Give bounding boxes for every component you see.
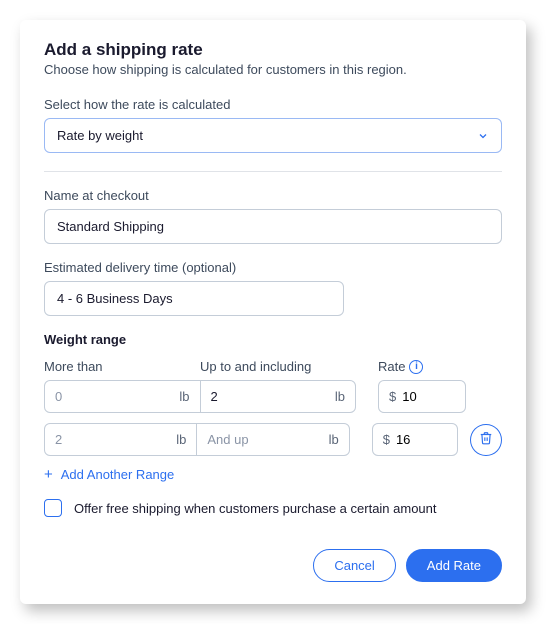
weight-range-pair: lb lb	[44, 380, 356, 413]
col-up-to: Up to and including	[200, 359, 356, 374]
modal-actions: Cancel Add Rate	[44, 549, 502, 582]
rate-input-wrapper: $	[378, 380, 466, 413]
trash-icon	[479, 431, 493, 448]
unit-label: lb	[176, 432, 186, 447]
col-rate: Rate	[378, 359, 405, 374]
free-shipping-label: Offer free shipping when customers purch…	[74, 501, 437, 516]
rate-input[interactable]	[396, 432, 447, 447]
unit-label: lb	[179, 389, 189, 404]
add-rate-button[interactable]: Add Rate	[406, 549, 502, 582]
weight-range-heading: Weight range	[44, 332, 502, 347]
weight-range-row: lb lb $	[44, 380, 502, 413]
chevron-down-icon	[477, 130, 489, 142]
range-from-input	[55, 432, 176, 447]
range-to-input[interactable]	[211, 389, 335, 404]
add-range-label: Add Another Range	[61, 467, 174, 482]
weight-range-columns: More than Up to and including Rate i	[44, 359, 502, 374]
weight-range-row: lb lb $	[44, 423, 502, 456]
rate-method-value: Rate by weight	[57, 128, 143, 143]
free-shipping-row: Offer free shipping when customers purch…	[44, 499, 502, 517]
modal-title: Add a shipping rate	[44, 40, 502, 60]
name-label: Name at checkout	[44, 188, 502, 203]
col-more-than: More than	[44, 359, 200, 374]
cancel-button[interactable]: Cancel	[313, 549, 395, 582]
rate-method-label: Select how the rate is calculated	[44, 97, 502, 112]
range-from-input	[55, 389, 179, 404]
info-icon[interactable]: i	[409, 360, 423, 374]
currency-label: $	[383, 432, 390, 447]
name-input[interactable]	[44, 209, 502, 244]
modal-subtitle: Choose how shipping is calculated for cu…	[44, 62, 502, 77]
rate-input[interactable]	[402, 389, 455, 404]
free-shipping-checkbox[interactable]	[44, 499, 62, 517]
rate-input-wrapper: $	[372, 423, 459, 456]
rate-method-field: Select how the rate is calculated Rate b…	[44, 97, 502, 172]
rate-method-select[interactable]: Rate by weight	[44, 118, 502, 153]
unit-label: lb	[335, 389, 345, 404]
add-range-button[interactable]: + Add Another Range	[44, 466, 502, 483]
range-to-input[interactable]	[207, 432, 328, 447]
delivery-time-input[interactable]	[44, 281, 344, 316]
unit-label: lb	[329, 432, 339, 447]
plus-icon: +	[44, 466, 53, 483]
shipping-rate-modal: Add a shipping rate Choose how shipping …	[20, 20, 526, 604]
name-field: Name at checkout	[44, 188, 502, 244]
divider	[44, 171, 502, 172]
weight-range-pair: lb lb	[44, 423, 350, 456]
delete-range-button[interactable]	[470, 424, 502, 456]
delivery-time-field: Estimated delivery time (optional)	[44, 260, 502, 316]
delivery-time-label: Estimated delivery time (optional)	[44, 260, 502, 275]
currency-label: $	[389, 389, 396, 404]
